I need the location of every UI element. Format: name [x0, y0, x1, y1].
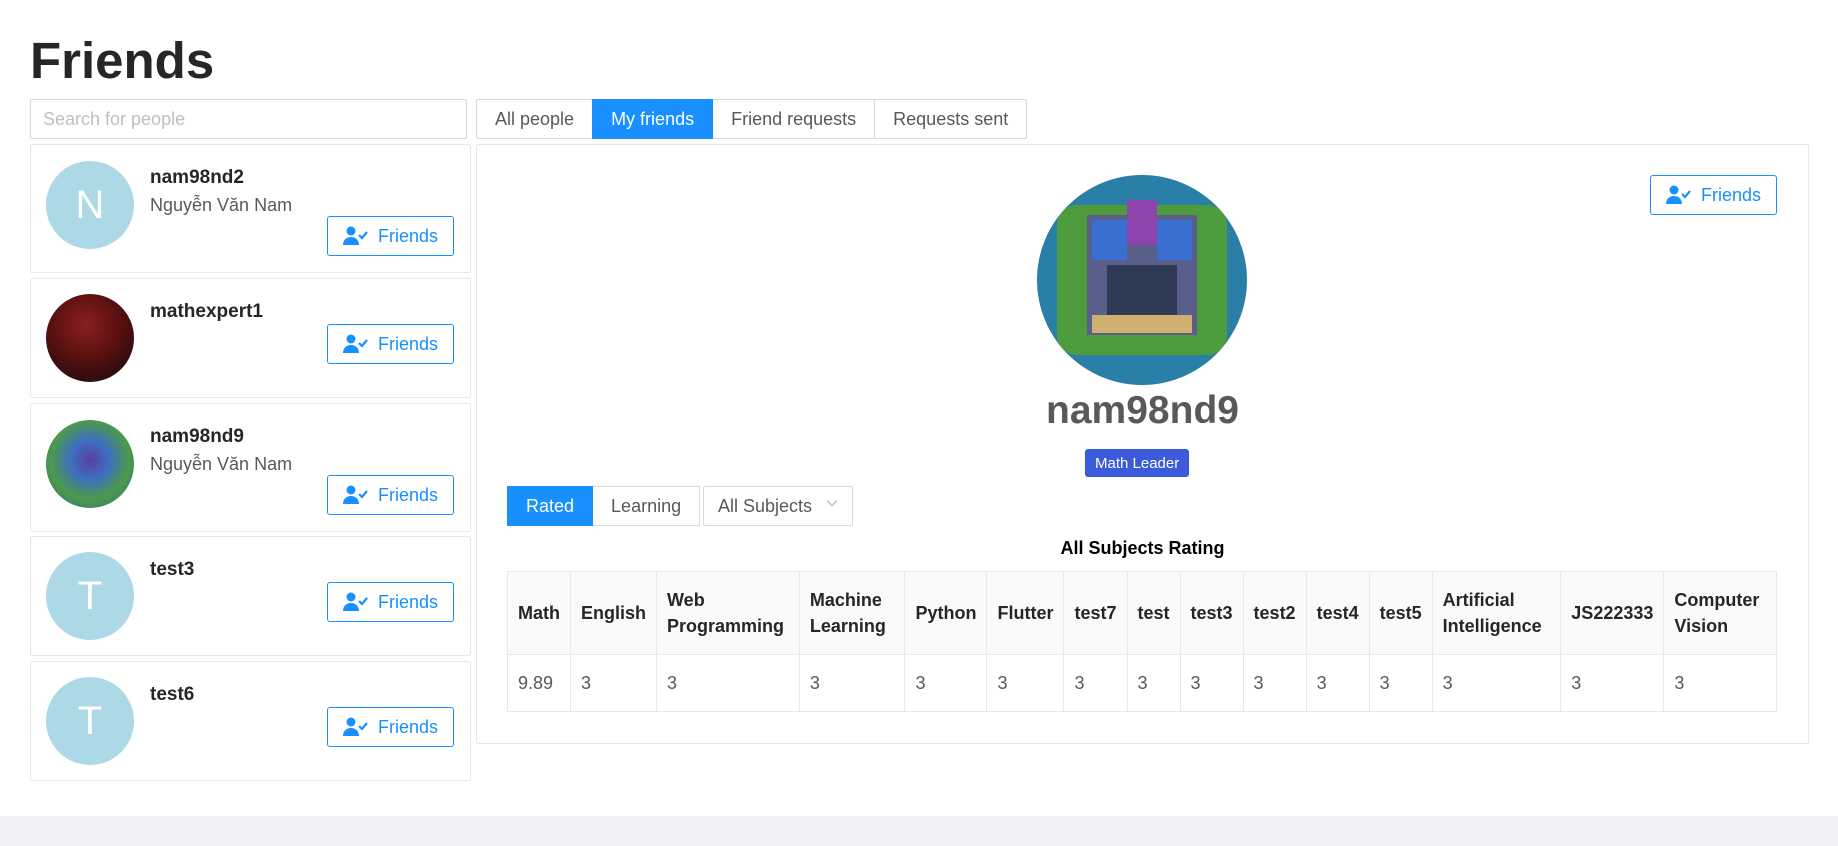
friends-button[interactable]: Friends [327, 324, 454, 364]
friend-username[interactable]: test6 [150, 684, 194, 706]
search-input[interactable] [30, 99, 467, 139]
friends-button[interactable]: Friends [327, 582, 454, 622]
tab-learning[interactable]: Learning [592, 486, 701, 526]
column-header: Machine Learning [798, 571, 906, 655]
subject-select[interactable]: All Subjects [703, 486, 853, 526]
column-header: test2 [1242, 571, 1307, 655]
user-check-icon [342, 226, 368, 245]
friend-username[interactable]: nam98nd2 [150, 167, 244, 189]
table-cell: 9.89 [507, 654, 571, 712]
tab-friend-requests[interactable]: Friend requests [712, 99, 876, 139]
avatar: T [46, 677, 134, 765]
column-header: test5 [1368, 571, 1433, 655]
user-check-icon [1665, 185, 1691, 204]
friend-card[interactable]: nam98nd9 Nguyễn Văn Nam Friends [30, 403, 471, 532]
table-cell: 3 [1063, 654, 1128, 712]
friend-card[interactable]: T test3 Friends [30, 536, 471, 656]
table-cell: 3 [1126, 654, 1181, 712]
friends-button[interactable]: Friends [327, 216, 454, 256]
column-header: test7 [1063, 571, 1128, 655]
table-cell: 3 [1663, 654, 1777, 712]
avatar: T [46, 552, 134, 640]
profile-username: nam98nd9 [1046, 389, 1239, 432]
table-cell: 3 [569, 654, 658, 712]
table-cell: 3 [656, 654, 800, 712]
footer-bar [0, 816, 1838, 846]
friends-button-label: Friends [1700, 184, 1762, 205]
column-header: test3 [1179, 571, 1244, 655]
friend-full-name: Nguyễn Văn Nam [150, 195, 293, 215]
column-header: Flutter [986, 571, 1065, 655]
table-cell: 3 [986, 654, 1065, 712]
rating-table: Math English Web Programming Machine Lea… [507, 571, 1777, 712]
column-header: Artificial Intelligence [1431, 571, 1562, 655]
table-cell: 3 [1242, 654, 1307, 712]
user-check-icon [342, 334, 368, 353]
avatar [46, 420, 134, 508]
table-header-row: Math English Web Programming Machine Lea… [507, 571, 1777, 655]
avatar: N [46, 161, 134, 249]
tab-my-friends[interactable]: My friends [592, 99, 714, 139]
column-header: JS222333 [1560, 571, 1665, 655]
column-header: Math [507, 571, 571, 655]
table-cell: 3 [1305, 654, 1370, 712]
profile-panel: nam98nd9 Math Leader Friends Rated Learn… [476, 144, 1809, 744]
column-header: Python [904, 571, 988, 655]
profile-friends-button[interactable]: Friends [1650, 175, 1777, 215]
friends-tabs: All people My friends Friend requests Re… [476, 99, 1028, 139]
table-cell: 3 [798, 654, 906, 712]
friends-button[interactable]: Friends [327, 475, 454, 515]
friend-card[interactable]: N nam98nd2 Nguyễn Văn Nam Friends [30, 144, 471, 273]
table-cell: 3 [1431, 654, 1562, 712]
friend-card[interactable]: mathexpert1 Friends [30, 278, 471, 398]
avatar [46, 294, 134, 382]
friends-button-label: Friends [377, 591, 439, 612]
subject-select-value: All Subjects [718, 495, 813, 516]
profile-avatar [1037, 175, 1247, 385]
friends-button-label: Friends [377, 225, 439, 246]
friend-username[interactable]: nam98nd9 [150, 426, 244, 448]
friends-button-label: Friends [377, 716, 439, 737]
table-cell: 3 [1179, 654, 1244, 712]
friends-button-label: Friends [377, 484, 439, 505]
table-title: All Subjects Rating [1060, 538, 1225, 558]
table-cell: 3 [1368, 654, 1433, 712]
table-cell: 3 [904, 654, 988, 712]
column-header: test [1126, 571, 1181, 655]
tab-all-people[interactable]: All people [476, 99, 594, 139]
table-row: 9.89 3 3 3 3 3 3 3 3 3 3 3 3 3 3 [507, 654, 1777, 712]
tab-rated[interactable]: Rated [507, 486, 594, 526]
user-check-icon [342, 592, 368, 611]
friend-username[interactable]: mathexpert1 [150, 301, 263, 323]
friend-full-name: Nguyễn Văn Nam [150, 454, 293, 474]
table-cell: 3 [1560, 654, 1665, 712]
status-badge: Math Leader [1085, 449, 1190, 477]
column-header: Web Programming [656, 571, 800, 655]
page-title: Friends [30, 32, 215, 89]
tab-requests-sent[interactable]: Requests sent [874, 99, 1028, 139]
column-header: Computer Vision [1663, 571, 1777, 655]
column-header: test4 [1305, 571, 1370, 655]
user-check-icon [342, 485, 368, 504]
rating-tabs: Rated Learning [507, 486, 701, 526]
chevron-down-icon [826, 500, 838, 507]
user-check-icon [342, 717, 368, 736]
column-header: English [569, 571, 658, 655]
friend-card[interactable]: T test6 Friends [30, 661, 471, 781]
friends-button-label: Friends [377, 333, 439, 354]
friends-button[interactable]: Friends [327, 707, 454, 747]
friend-username[interactable]: test3 [150, 559, 194, 581]
